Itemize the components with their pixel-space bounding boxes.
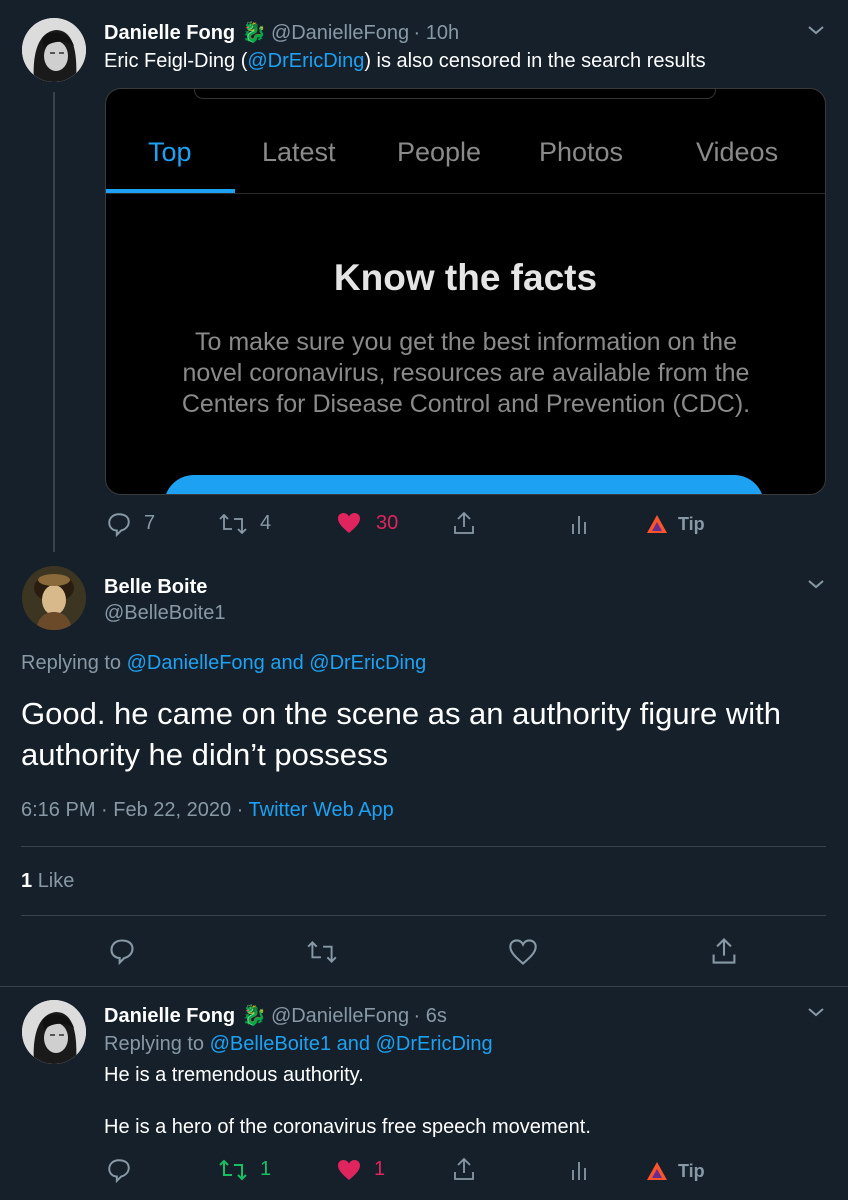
tip-label[interactable]: Tip: [678, 514, 705, 535]
replying-to-link[interactable]: @DanielleFong and @DrEricDing: [127, 652, 427, 674]
author-handle[interactable]: @BelleBoite1: [104, 602, 225, 625]
likes-summary[interactable]: 1 Like: [21, 870, 74, 893]
mention-link[interactable]: @DrEricDing: [247, 50, 364, 72]
reply-icon[interactable]: [108, 937, 136, 965]
dragon-emoji-icon: 🐉: [241, 22, 267, 44]
heart-filled-icon[interactable]: [336, 511, 362, 535]
tweet-text: Eric Feigl-Ding (@DrEricDing) is also ce…: [104, 50, 706, 72]
divider: [21, 846, 826, 847]
share-icon[interactable]: [452, 510, 476, 536]
reply-count: 7: [144, 512, 156, 534]
reply-icon[interactable]: [106, 511, 132, 537]
heart-filled-icon[interactable]: [336, 1158, 362, 1182]
replying-to: Replying to @DanielleFong and @DrEricDin…: [21, 652, 427, 674]
reply-icon[interactable]: [106, 1157, 132, 1183]
tip-label[interactable]: Tip: [678, 1161, 705, 1182]
author-handle[interactable]: @DanielleFong: [271, 22, 409, 44]
retweet-active-icon[interactable]: [218, 1157, 248, 1183]
author-name[interactable]: Danielle Fong: [104, 1005, 235, 1027]
embedded-image[interactable]: Top Latest People Photos Videos Know the…: [105, 88, 826, 495]
tabs-divider: [106, 193, 825, 194]
tweet-time[interactable]: 10h: [426, 22, 459, 44]
tweet-text-line-2: authority he didn’t possess: [21, 737, 389, 772]
chevron-down-icon[interactable]: [806, 1002, 826, 1022]
avatar[interactable]: [22, 1000, 86, 1064]
author-name[interactable]: Danielle Fong: [104, 22, 235, 44]
tab-videos[interactable]: Videos: [696, 137, 778, 168]
retweet-icon[interactable]: [306, 938, 338, 966]
avatar[interactable]: [22, 18, 86, 82]
brave-tip-icon[interactable]: [646, 514, 668, 534]
tab-people[interactable]: People: [397, 137, 481, 168]
source-link[interactable]: Twitter Web App: [249, 799, 394, 821]
heart-icon[interactable]: [508, 938, 538, 966]
brave-tip-icon[interactable]: [646, 1161, 668, 1181]
notch: [194, 89, 716, 99]
like-count: 1: [374, 1158, 386, 1180]
share-icon[interactable]: [452, 1156, 476, 1182]
embed-body: To make sure you get the best informatio…: [181, 328, 751, 418]
retweet-count: 4: [260, 512, 272, 534]
like-count: 30: [376, 512, 399, 534]
divider: [0, 986, 848, 987]
analytics-icon[interactable]: [570, 1158, 588, 1182]
avatar[interactable]: [22, 566, 86, 630]
replying-to: Replying to @BelleBoite1 and @DrEricDing: [104, 1033, 493, 1055]
tab-latest[interactable]: Latest: [262, 137, 336, 168]
replying-to-link[interactable]: @BelleBoite1 and @DrEricDing: [210, 1033, 493, 1055]
share-icon[interactable]: [710, 936, 738, 966]
author-name[interactable]: Belle Boite: [104, 576, 207, 599]
tab-top[interactable]: Top: [148, 137, 192, 168]
timestamp[interactable]: 6:16 PM · Feb 22, 2020 ·: [21, 799, 243, 821]
tweet-text-line-1: Good. he came on the scene as an authori…: [21, 696, 781, 731]
dragon-emoji-icon: 🐉: [241, 1005, 267, 1027]
tweet-text-line-1: He is a tremendous authority.: [104, 1064, 364, 1086]
author-handle[interactable]: @DanielleFong: [271, 1005, 409, 1027]
tweet-meta: 6:16 PM · Feb 22, 2020 · Twitter Web App: [21, 799, 394, 822]
divider: [0, 552, 848, 553]
tab-photos[interactable]: Photos: [539, 137, 623, 168]
divider: [21, 915, 826, 916]
retweet-icon[interactable]: [218, 511, 248, 537]
tweet-text-line-2: He is a hero of the coronavirus free spe…: [104, 1116, 591, 1138]
thread-line: [53, 92, 55, 552]
retweet-count: 1: [260, 1158, 272, 1180]
analytics-icon[interactable]: [570, 512, 588, 536]
chevron-down-icon[interactable]: [806, 574, 826, 594]
tweet-time[interactable]: 6s: [426, 1005, 447, 1027]
embed-heading: Know the facts: [333, 257, 598, 298]
chevron-down-icon[interactable]: [806, 20, 826, 40]
embed-cta-button[interactable]: [164, 475, 764, 494]
